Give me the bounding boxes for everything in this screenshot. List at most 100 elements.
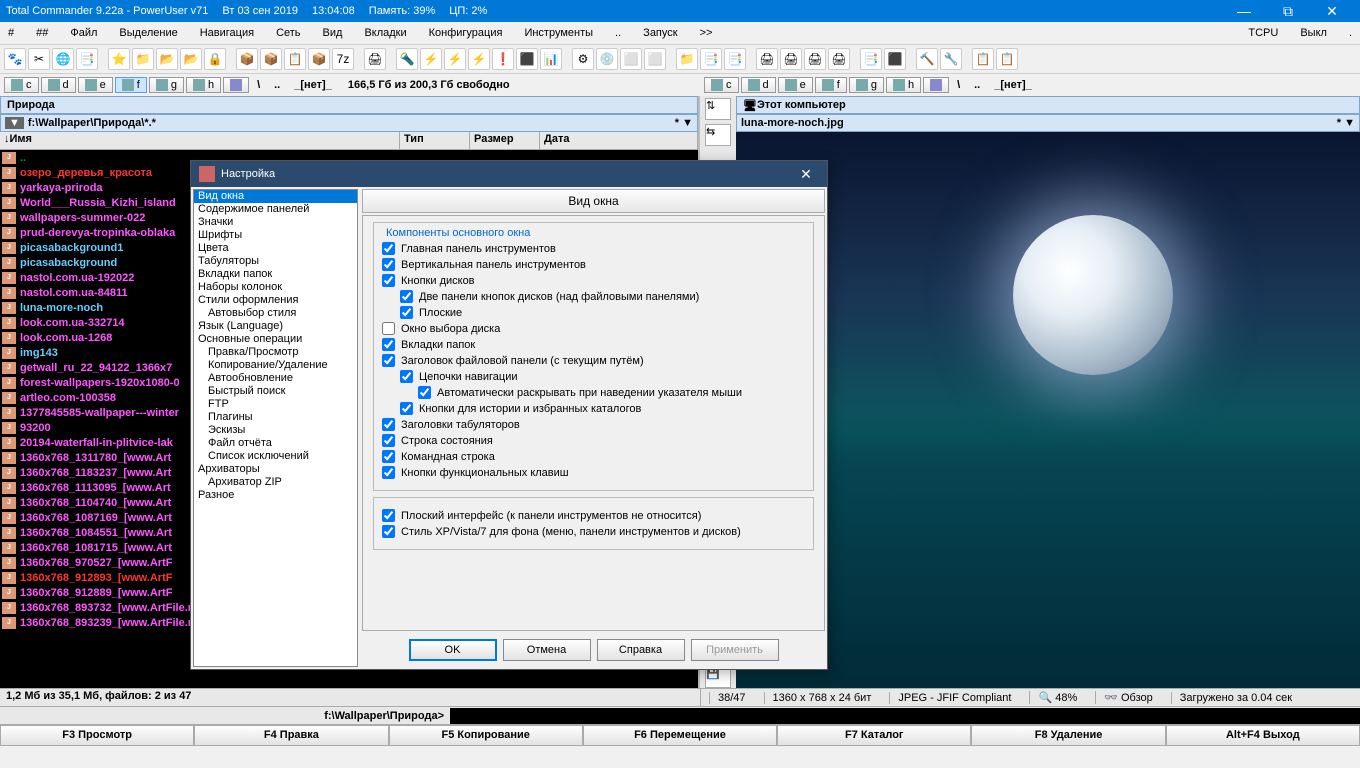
tree-item[interactable]: Наборы колонок <box>194 281 357 294</box>
drive-button[interactable]: e <box>778 77 813 93</box>
tree-item[interactable]: Автовыбор стиля <box>194 307 357 320</box>
menu-item[interactable]: TCPU <box>1244 25 1282 41</box>
toolbar-button[interactable]: 🐾 <box>4 48 26 70</box>
drive-button[interactable]: h <box>886 77 921 93</box>
tree-item[interactable]: Содержимое панелей <box>194 203 357 216</box>
drive-button[interactable]: d <box>41 77 76 93</box>
settings-tab[interactable]: Вид окна <box>362 189 825 213</box>
toolbar-button[interactable]: 🖨 <box>364 48 386 70</box>
toolbar-button[interactable]: ⚡ <box>420 48 442 70</box>
toolbar-button[interactable]: ⚡ <box>444 48 466 70</box>
menu-item[interactable]: . <box>1345 25 1356 41</box>
tree-item[interactable]: Эскизы <box>194 424 357 437</box>
fkey-button[interactable]: F4 Правка <box>194 725 388 746</box>
checkbox-option[interactable]: Кнопки функциональных клавиш <box>382 466 805 479</box>
fkey-button[interactable]: F8 Удаление <box>971 725 1165 746</box>
menu-item[interactable]: Файл <box>66 25 101 41</box>
checkbox-option[interactable]: Окно выбора диска <box>382 322 805 335</box>
tree-item[interactable]: Вид окна <box>194 190 357 203</box>
help-button[interactable]: Справка <box>597 639 685 661</box>
left-columns[interactable]: ↓Имя Тип Размер Дата <box>0 132 698 150</box>
toolbar-button[interactable]: 📁 <box>132 48 154 70</box>
settings-tree[interactable]: Вид окнаСодержимое панелейЗначкиШрифтыЦв… <box>193 189 358 667</box>
checkbox-option[interactable]: Плоский интерфейс (к панели инструментов… <box>382 509 805 522</box>
apply-button[interactable]: Применить <box>691 639 779 661</box>
tree-item[interactable]: FTP <box>194 398 357 411</box>
tree-item[interactable]: Разное <box>194 489 357 502</box>
tree-item[interactable]: Автообновление <box>194 372 357 385</box>
toolbar-button[interactable]: 📋 <box>284 48 306 70</box>
tree-item[interactable]: Файл отчёта <box>194 437 357 450</box>
minimize-button[interactable]: — <box>1222 3 1266 19</box>
dialog-close-button[interactable]: ✕ <box>793 166 819 183</box>
fkey-button[interactable]: F5 Копирование <box>389 725 583 746</box>
cancel-button[interactable]: Отмена <box>503 639 591 661</box>
drive-button[interactable]: f <box>815 77 847 93</box>
tree-item[interactable]: Правка/Просмотр <box>194 346 357 359</box>
checkbox-option[interactable]: Вертикальная панель инструментов <box>382 258 805 271</box>
toolbar-button[interactable]: 📦 <box>236 48 258 70</box>
tree-item[interactable]: Цвета <box>194 242 357 255</box>
tree-item[interactable]: Копирование/Удаление <box>194 359 357 372</box>
right-path[interactable]: luna-more-noch.jpg* ▼ <box>736 114 1360 132</box>
drive-button[interactable]: f <box>115 77 147 93</box>
menu-item[interactable]: Навигация <box>196 25 258 41</box>
dialog-titlebar[interactable]: Настройка ✕ <box>191 161 827 187</box>
toolbar-button[interactable]: 📑 <box>860 48 882 70</box>
checkbox-option[interactable]: Главная панель инструментов <box>382 242 805 255</box>
toolbar-button[interactable]: 📦 <box>260 48 282 70</box>
menu-item[interactable]: Вкладки <box>360 25 410 41</box>
menu-item[interactable]: Инструменты <box>520 25 597 41</box>
tree-item[interactable]: Плагины <box>194 411 357 424</box>
left-tab[interactable]: Природа <box>0 96 698 114</box>
toolbar-button[interactable]: 💿 <box>596 48 618 70</box>
toolbar-button[interactable]: 📊 <box>540 48 562 70</box>
menu-item[interactable]: # <box>4 25 18 41</box>
toolbar-button[interactable]: ⬛ <box>884 48 906 70</box>
drive-button[interactable]: h <box>186 77 221 93</box>
toolbar-button[interactable]: 🔧 <box>940 48 962 70</box>
toolbar-button[interactable]: ✂ <box>28 48 50 70</box>
tree-item[interactable]: Быстрый поиск <box>194 385 357 398</box>
toolbar-button[interactable]: 📑 <box>76 48 98 70</box>
right-tab[interactable]: 🖥 Этот компьютер <box>736 96 1360 114</box>
menu-item[interactable]: .. <box>611 25 625 41</box>
menu-item[interactable]: Выкл <box>1296 25 1331 41</box>
tree-item[interactable]: Язык (Language) <box>194 320 357 333</box>
tree-item[interactable]: Архиваторы <box>194 463 357 476</box>
drive-button[interactable]: g <box>149 77 184 93</box>
toolbar-button[interactable]: ❗ <box>492 48 514 70</box>
toolbar-button[interactable]: 🔨 <box>916 48 938 70</box>
tree-item[interactable]: Значки <box>194 216 357 229</box>
fkey-button[interactable]: Alt+F4 Выход <box>1166 725 1360 746</box>
toolbar-button[interactable]: ⚙ <box>572 48 594 70</box>
checkbox-option[interactable]: Цепочки навигации <box>400 370 805 383</box>
fkey-button[interactable]: F6 Перемещение <box>583 725 777 746</box>
checkbox-option[interactable]: Заголовок файловой панели (с текущим пут… <box>382 354 805 367</box>
checkbox-option[interactable]: Автоматически раскрывать при наведении у… <box>418 386 805 399</box>
tree-item[interactable]: Табуляторы <box>194 255 357 268</box>
tree-item[interactable]: Стили оформления <box>194 294 357 307</box>
checkbox-option[interactable]: Строка состояния <box>382 434 805 447</box>
middle-button[interactable]: ⇆ <box>705 124 731 146</box>
toolbar-button[interactable]: 🖨 <box>828 48 850 70</box>
menu-item[interactable]: ## <box>32 25 52 41</box>
menu-item[interactable]: >> <box>696 25 717 41</box>
toolbar-button[interactable]: 📑 <box>724 48 746 70</box>
checkbox-option[interactable]: Командная строка <box>382 450 805 463</box>
toolbar-button[interactable]: 🌐 <box>52 48 74 70</box>
tree-item[interactable]: Архиватор ZIP <box>194 476 357 489</box>
drive-button[interactable]: c <box>4 77 39 93</box>
drive-button[interactable]: d <box>741 77 776 93</box>
toolbar-button[interactable]: ⬜ <box>644 48 666 70</box>
close-button[interactable]: ✕ <box>1310 3 1354 20</box>
drive-button[interactable]: g <box>849 77 884 93</box>
checkbox-option[interactable]: Стиль XP/Vista/7 для фона (меню, панели … <box>382 525 805 538</box>
menu-item[interactable]: Запуск <box>639 25 681 41</box>
menu-item[interactable]: Конфигурация <box>425 25 507 41</box>
toolbar-button[interactable]: 🖨 <box>780 48 802 70</box>
left-path[interactable]: ▼f:\Wallpaper\Природа\*.** ▼ <box>0 114 698 132</box>
maximize-button[interactable]: ⧉ <box>1266 3 1310 20</box>
drive-network[interactable] <box>223 77 249 93</box>
checkbox-option[interactable]: Две панели кнопок дисков (над файловыми … <box>400 290 805 303</box>
